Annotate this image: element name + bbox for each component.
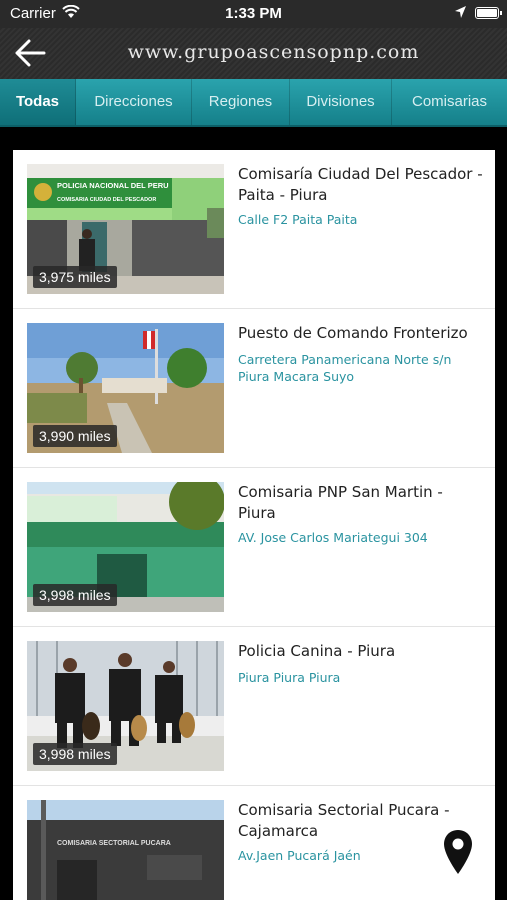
tab-divisiones[interactable]: Divisiones [290, 79, 392, 125]
tab-direcciones[interactable]: Direcciones [76, 79, 192, 125]
sign-sub: COMISARIA CIUDAD DEL PESCADOR [57, 197, 156, 203]
station-address[interactable]: AV. Jose Carlos Mariategui 304 [238, 529, 483, 546]
location-arrow-icon [455, 6, 466, 18]
distance-badge: 3,998 miles [33, 743, 117, 765]
page-title: www.grupoascensopnp.com [127, 41, 420, 63]
list-item[interactable]: POLICIA NACIONAL DEL PERU COMISARIA CIUD… [13, 150, 495, 309]
station-photo: POLICIA NACIONAL DEL PERU COMISARIA CIUD… [27, 164, 224, 294]
station-photo: 3,998 miles [27, 641, 224, 771]
station-address[interactable]: Piura Piura Piura [238, 669, 483, 686]
list-item[interactable]: 3,998 miles Policia Canina - Piura Piura… [13, 627, 495, 786]
list-item[interactable]: 3,990 miles Puesto de Comando Fronterizo… [13, 309, 495, 468]
station-photo: 3,990 miles [27, 323, 224, 453]
station-address[interactable]: Calle F2 Paita Paita [238, 211, 483, 228]
sign-text: POLICIA NACIONAL DEL PERU [57, 181, 169, 190]
station-photo: COMISARIA SECTORIAL PUCARA [27, 800, 224, 900]
station-address[interactable]: Carretera Panamericana Norte s/n Piura M… [238, 351, 483, 385]
station-name: Policia Canina - Piura [238, 642, 396, 660]
station-name: Comisaría Ciudad Del Pescador - Paita - … [238, 165, 483, 204]
status-bar: Carrier 1:33 PM [0, 0, 507, 28]
distance-badge: 3,998 miles [33, 584, 117, 606]
list-item[interactable]: COMISARIA SECTORIAL PUCARA Comisaria Sec… [13, 786, 495, 900]
tab-comisarias[interactable]: Comisarias [392, 79, 507, 125]
station-list: POLICIA NACIONAL DEL PERU COMISARIA CIUD… [13, 150, 495, 900]
tab-todas[interactable]: Todas [0, 79, 76, 125]
battery-icon [475, 7, 502, 19]
tab-regiones[interactable]: Regiones [192, 79, 290, 125]
sign-text: COMISARIA SECTORIAL PUCARA [57, 840, 171, 847]
list-item[interactable]: 3,998 miles Comisaria PNP San Martin - P… [13, 468, 495, 627]
station-photo: 3,998 miles [27, 482, 224, 612]
map-pin-icon[interactable] [442, 828, 474, 876]
distance-badge: 3,975 miles [33, 266, 117, 288]
back-arrow-icon[interactable] [12, 36, 48, 70]
distance-badge: 3,990 miles [33, 425, 117, 447]
station-name: Comisaria PNP San Martin - Piura [238, 483, 443, 522]
app-header: www.grupoascensopnp.com [0, 28, 507, 79]
status-time: 1:33 PM [225, 5, 282, 22]
station-name: Puesto de Comando Fronterizo [238, 324, 468, 342]
category-tabs: Todas Direcciones Regiones Divisiones Co… [0, 79, 507, 127]
